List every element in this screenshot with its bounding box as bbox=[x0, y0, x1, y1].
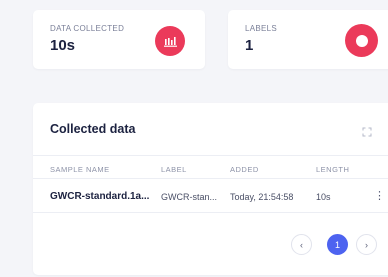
row-divider bbox=[33, 212, 388, 213]
pie-chart-icon bbox=[345, 24, 378, 57]
data-collected-value: 10s bbox=[50, 37, 76, 54]
col-added[interactable]: ADDED bbox=[230, 165, 259, 174]
collected-data-card: Collected data SAMPLE NAME LABEL ADDED L… bbox=[33, 103, 388, 275]
collected-data-title: Collected data bbox=[50, 122, 136, 136]
prev-page-button[interactable]: ‹ bbox=[291, 234, 312, 255]
more-options-icon[interactable]: ⋮ bbox=[374, 189, 385, 203]
col-sample-name[interactable]: SAMPLE NAME bbox=[50, 165, 110, 174]
data-collected-label: DATA COLLECTED bbox=[50, 24, 125, 33]
cell-length: 10s bbox=[316, 192, 331, 202]
col-length[interactable]: LENGTH bbox=[316, 165, 349, 174]
page-1-button[interactable]: 1 bbox=[327, 234, 348, 255]
labels-label: LABELS bbox=[245, 24, 278, 33]
expand-icon[interactable] bbox=[362, 127, 372, 137]
header-top-divider bbox=[33, 155, 388, 156]
cell-label: GWCR-stan... bbox=[161, 192, 218, 202]
next-page-button[interactable]: › bbox=[356, 234, 377, 255]
col-label[interactable]: LABEL bbox=[161, 165, 187, 174]
data-collected-card: DATA COLLECTED 10s bbox=[33, 10, 205, 69]
labels-value: 1 bbox=[245, 37, 254, 54]
bar-chart-icon bbox=[155, 26, 185, 56]
cell-sample-name[interactable]: GWCR-standard.1a... bbox=[50, 191, 149, 202]
cell-added: Today, 21:54:58 bbox=[230, 192, 294, 202]
labels-card: LABELS 1 bbox=[228, 10, 388, 69]
header-bottom-divider bbox=[33, 178, 388, 179]
